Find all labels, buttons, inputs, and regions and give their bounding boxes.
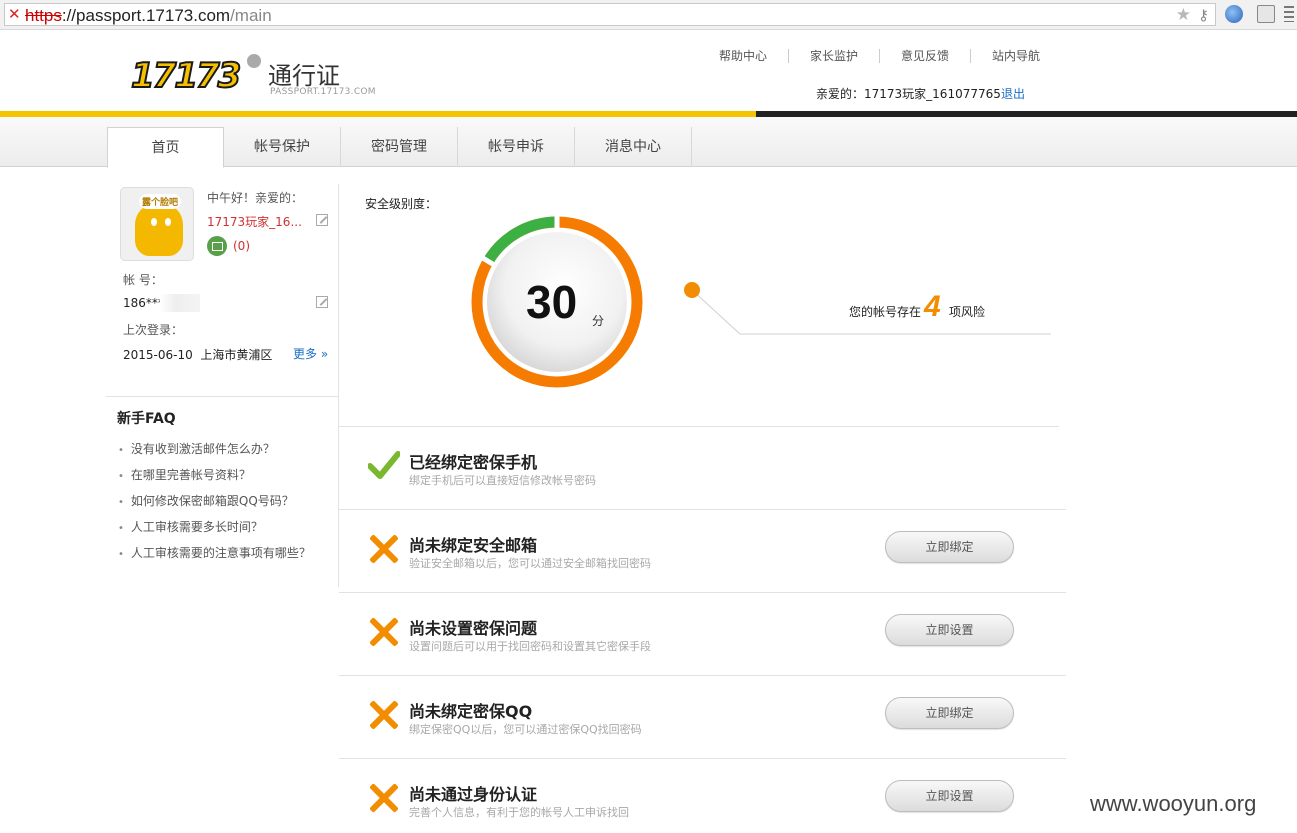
mail-count[interactable]: (0) (233, 239, 250, 253)
key-icon[interactable]: ⚷ (1198, 6, 1209, 24)
cross-icon (369, 783, 399, 813)
faq-title: 新手FAQ (117, 411, 176, 427)
bind-email-button[interactable]: 立即绑定 (885, 531, 1014, 563)
main-tabs-bar: 首页 帐号保护 密码管理 帐号申诉 消息中心 (0, 117, 1297, 168)
tab-account-protection[interactable]: 帐号保护 (224, 127, 341, 167)
item-desc-question: 设置问题后可以用于找回密码和设置其它密保手段 (409, 640, 651, 653)
security-level-label: 安全级别度： (365, 197, 438, 211)
menu-icon[interactable] (1284, 6, 1294, 22)
top-nav: 帮助中心 家长监护 意见反馈 站内导航 (705, 49, 1061, 63)
star-icon[interactable]: ★ (1176, 5, 1191, 25)
item-desc-phone: 绑定手机后可以直接短信修改帐号密码 (409, 474, 596, 487)
more-link[interactable]: 更多 » (293, 345, 328, 362)
username: 17173玩家_16... (207, 215, 302, 229)
logout-link[interactable]: 退出 (1001, 85, 1025, 102)
url-text[interactable]: https://passport.17173.com/main (25, 6, 272, 26)
item-divider (339, 592, 1066, 593)
tab-appeal[interactable]: 帐号申诉 (458, 127, 575, 167)
globe-icon[interactable] (1225, 5, 1243, 23)
score-unit: 分 (592, 314, 605, 328)
faq-item[interactable]: 如何修改保密邮箱跟QQ号码？ (118, 493, 311, 519)
nav-sitemap[interactable]: 站内导航 (971, 49, 1061, 63)
verify-identity-button[interactable]: 立即设置 (885, 780, 1014, 812)
item-title-email: 尚未绑定安全邮箱 (409, 536, 538, 555)
bind-qq-button[interactable]: 立即绑定 (885, 697, 1014, 729)
cross-icon (369, 700, 399, 730)
close-icon[interactable]: ✕ (8, 5, 21, 23)
page-title: 通行证 (268, 62, 340, 90)
faq-item[interactable]: 没有收到激活邮件怎么办？ (118, 441, 311, 467)
set-question-button[interactable]: 立即设置 (885, 614, 1014, 646)
item-title-phone: 已经绑定密保手机 (409, 453, 538, 472)
nav-help[interactable]: 帮助中心 (705, 49, 790, 63)
check-icon (368, 451, 400, 479)
item-desc-identity: 完善个人信息，有利于您的帐号人工申诉找回 (409, 806, 629, 819)
faq-list: 没有收到激活邮件怎么办？ 在哪里完善帐号资料？ 如何修改保密邮箱跟QQ号码？ 人… (118, 441, 311, 571)
avatar-bubble: 露个脸吧 (139, 194, 182, 209)
address-bar[interactable]: ✕ https://passport.17173.com/main ★ ⚷ (4, 3, 1216, 26)
mail-icon[interactable] (207, 236, 227, 256)
item-divider (339, 758, 1066, 759)
item-divider (339, 509, 1066, 510)
faq-divider (106, 396, 338, 397)
security-score: 30 (526, 276, 578, 328)
sidebar-divider (338, 184, 339, 587)
page-subtitle: PASSPORT.17173.COM (270, 87, 376, 97)
masked-account (160, 294, 200, 312)
risk-dot-icon (684, 282, 700, 298)
nav-feedback[interactable]: 意见反馈 (880, 49, 972, 63)
item-title-qq: 尚未绑定密保QQ (409, 702, 533, 721)
last-login-value: 2015-06-10 上海市黄浦区 (123, 348, 273, 362)
last-login-label: 上次登录： (123, 323, 184, 337)
edit-username-icon[interactable] (316, 214, 328, 226)
cross-icon (369, 617, 399, 647)
tab-home[interactable]: 首页 (107, 127, 224, 168)
extension-icon[interactable] (1257, 5, 1275, 23)
item-desc-qq: 绑定保密QQ以后，您可以通过密保QQ找回密码 (409, 723, 642, 736)
risk-prefix: 您的帐号存在 (849, 305, 922, 319)
faq-item[interactable]: 人工审核需要多长时间？ (118, 519, 311, 545)
cross-icon (369, 534, 399, 564)
item-divider (339, 426, 1059, 427)
user-greeting: 亲爱的：17173玩家_161077765 (816, 87, 1001, 101)
risk-count: 4 (924, 290, 941, 323)
tab-password[interactable]: 密码管理 (341, 127, 458, 167)
nav-parental[interactable]: 家长监护 (789, 49, 881, 63)
item-title-question: 尚未设置密保问题 (409, 619, 538, 638)
tab-messages[interactable]: 消息中心 (575, 127, 692, 167)
faq-item[interactable]: 在哪里完善帐号资料？ (118, 467, 311, 493)
site-logo[interactable]: 17173 (130, 52, 261, 98)
item-divider (339, 675, 1066, 676)
item-title-identity: 尚未通过身份认证 (409, 785, 538, 804)
risk-suffix: 项风险 (949, 305, 986, 319)
item-desc-email: 验证安全邮箱以后，您可以通过安全邮箱找回密码 (409, 557, 651, 570)
faq-item[interactable]: 人工审核需要的注意事项有哪些？ (118, 545, 311, 571)
browser-toolbar: ✕ https://passport.17173.com/main ★ ⚷ (0, 0, 1297, 30)
greeting-text: 中午好！亲爱的： (207, 191, 304, 205)
account-label: 帐 号： (123, 273, 163, 287)
avatar[interactable]: 露个脸吧 (120, 187, 194, 261)
edit-account-icon[interactable] (316, 296, 328, 308)
watermark: www.wooyun.org (1090, 791, 1257, 816)
